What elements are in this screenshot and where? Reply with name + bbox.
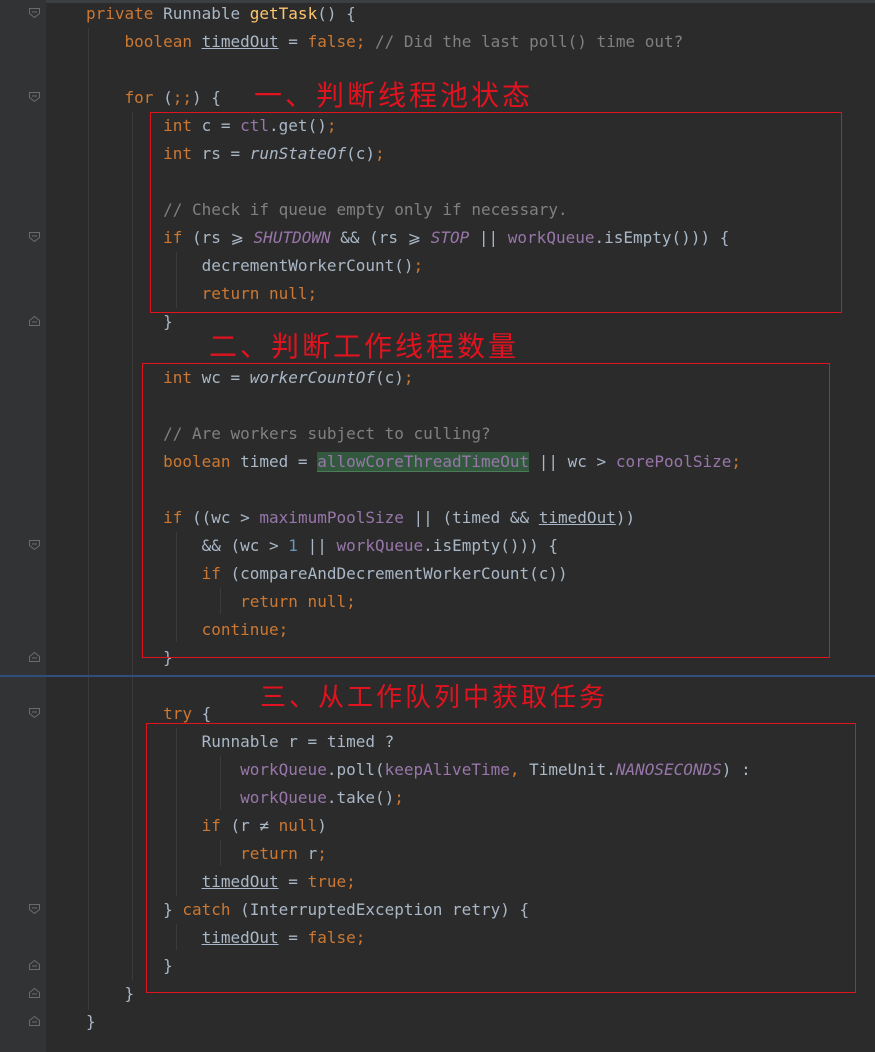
fold-close-icon[interactable] bbox=[29, 316, 40, 326]
code-token: } bbox=[86, 1012, 96, 1031]
code-line[interactable]: for (;;) { bbox=[86, 84, 221, 112]
code-token: = bbox=[278, 32, 308, 51]
code-token: ) { bbox=[191, 88, 221, 107]
code-token: boolean bbox=[124, 32, 202, 51]
fold-open-icon[interactable] bbox=[29, 92, 40, 102]
code-line[interactable]: boolean timedOut = false; // Did the las… bbox=[86, 28, 684, 56]
fold-open-icon[interactable] bbox=[29, 540, 40, 550]
code-token: ( bbox=[163, 88, 173, 107]
fold-open-icon[interactable] bbox=[29, 904, 40, 914]
highlight-box-get-task bbox=[146, 723, 856, 993]
code-token: } bbox=[86, 312, 173, 331]
code-token: getTask bbox=[249, 4, 318, 23]
fold-close-icon[interactable] bbox=[29, 988, 40, 998]
code-token: ;; bbox=[172, 88, 192, 107]
code-token: for bbox=[124, 88, 164, 107]
annotation-step-2: 二、判断工作线程数量 bbox=[209, 330, 520, 363]
code-token: ; bbox=[355, 32, 375, 51]
code-line[interactable]: } bbox=[86, 1008, 96, 1036]
code-token: timedOut bbox=[201, 32, 279, 51]
code-token: () { bbox=[317, 4, 356, 23]
fold-open-icon[interactable] bbox=[29, 232, 40, 242]
code-token: false bbox=[307, 32, 356, 51]
fold-open-icon[interactable] bbox=[29, 8, 40, 18]
annotation-step-3: 三、从工作队列中获取任务 bbox=[260, 683, 609, 713]
code-token: Runnable bbox=[163, 4, 250, 23]
code-token: { bbox=[201, 704, 212, 723]
annotation-step-1: 一、判断线程池状态 bbox=[254, 79, 534, 112]
code-token: // Did the last poll() time out? bbox=[375, 32, 684, 51]
code-token: private bbox=[86, 4, 164, 23]
highlight-box-pool-state bbox=[150, 112, 842, 313]
code-line[interactable]: private Runnable getTask() { bbox=[86, 0, 356, 28]
highlight-box-worker-count bbox=[142, 363, 830, 658]
code-token: } bbox=[86, 984, 135, 1003]
fold-close-icon[interactable] bbox=[29, 652, 40, 662]
code-line[interactable]: } bbox=[86, 980, 135, 1008]
editor-gutter bbox=[0, 0, 46, 1052]
code-token: try bbox=[163, 704, 202, 723]
fold-open-icon[interactable] bbox=[29, 708, 40, 718]
fold-close-icon[interactable] bbox=[29, 1016, 40, 1026]
fold-close-icon[interactable] bbox=[29, 960, 40, 970]
